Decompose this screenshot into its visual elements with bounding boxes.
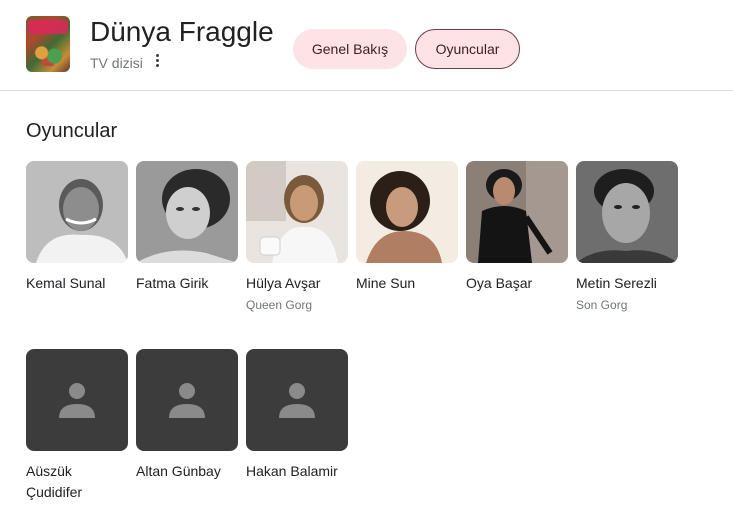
cast-card[interactable]: Aüszük Çudidifer [26,349,128,503]
show-logo [28,20,68,34]
cast-photo [356,161,458,263]
show-artwork [32,44,64,66]
person-icon [279,383,315,418]
cast-photo [576,161,678,263]
cast-photo [26,161,128,263]
more-options-icon[interactable] [151,52,163,72]
cast-photo [466,161,568,263]
cast-card[interactable]: Altan Günbay [136,349,238,482]
cast-card[interactable]: Oya Başar [466,161,568,294]
cast-name: Hakan Balamir [246,463,338,479]
cast-photo-placeholder [26,349,128,451]
page-title: Dünya Fraggle [90,16,274,47]
person-icon [59,383,95,418]
header: Dünya Fraggle TV dizisi Genel Bakış Oyun… [0,0,733,91]
cast-role: Son Gorg [576,298,628,312]
section-title: Oyuncular [26,120,118,142]
cast-card[interactable]: Mine Sun [356,161,458,294]
cast-card[interactable]: Kemal Sunal [26,161,128,294]
cast-name: Aüszük Çudidifer [26,463,83,500]
tab-overview[interactable]: Genel Bakış [293,29,407,69]
cast-card[interactable]: Metin Serezli Son Gorg [576,161,678,312]
cast-name: Metin Serezli [576,275,657,291]
cast-photo [246,161,348,263]
cast-name: Hülya Avşar [246,275,321,291]
page-subtitle: TV dizisi [90,55,143,71]
cast-role: Queen Gorg [246,298,313,312]
person-icon [169,383,205,418]
cast-name: Fatma Girik [136,275,209,291]
cast-name: Oya Başar [466,275,533,291]
tab-cast[interactable]: Oyuncular [415,29,520,69]
cast-name: Mine Sun [356,275,416,291]
cast-photo-placeholder [246,349,348,451]
cast-photo [136,161,238,263]
cast-card[interactable]: Hakan Balamir [246,349,348,482]
cast-card[interactable]: Fatma Girik [136,161,238,294]
cast-card[interactable]: Hülya Avşar Queen Gorg [246,161,348,312]
show-thumbnail[interactable] [26,16,70,72]
cast-name: Altan Günbay [136,463,221,479]
cast-name: Kemal Sunal [26,275,106,291]
cast-photo-placeholder [136,349,238,451]
